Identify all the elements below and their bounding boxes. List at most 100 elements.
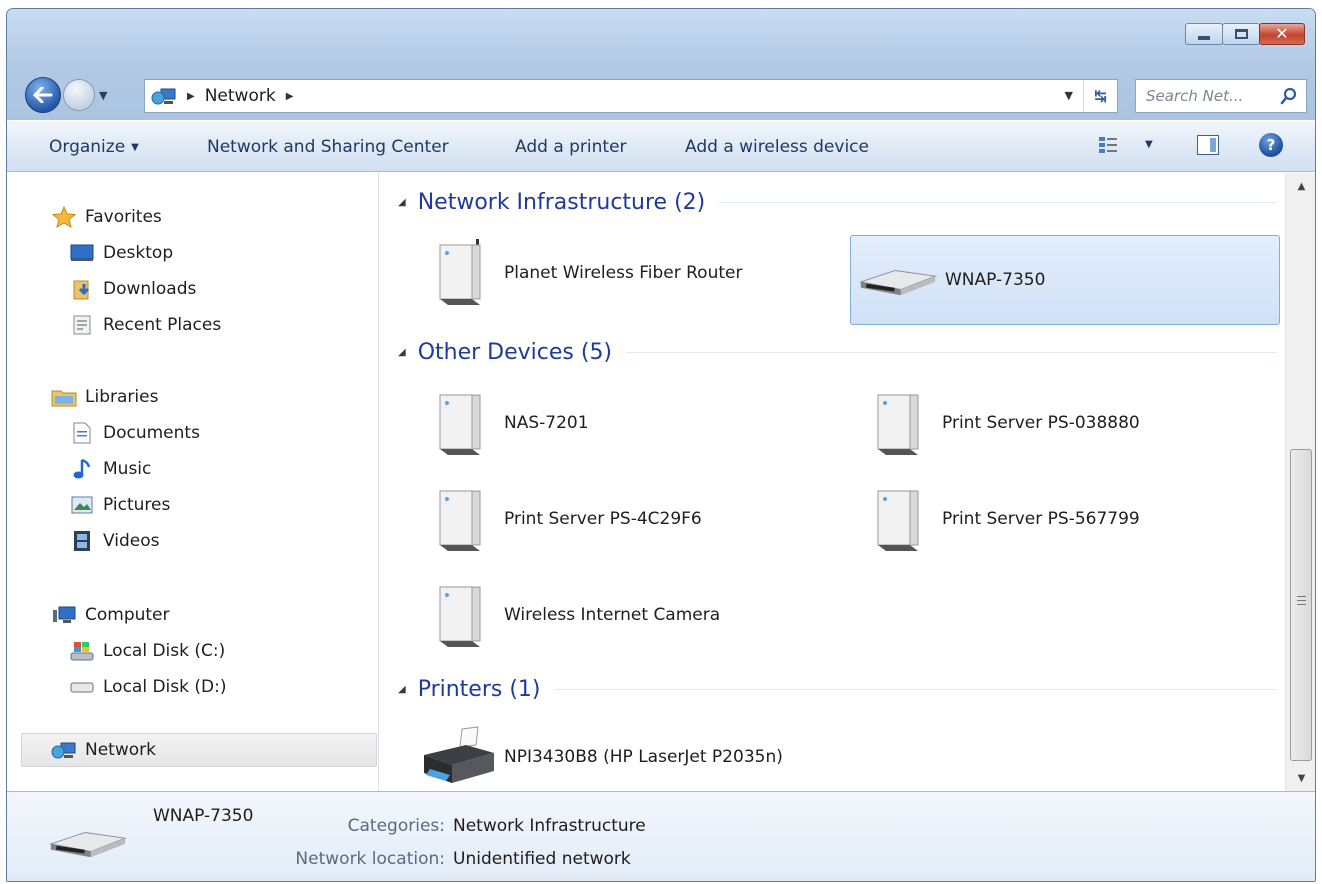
device-tower-icon [854,483,934,555]
details-device-name: WNAP-7350 [153,806,254,826]
close-icon: ✕ [1275,24,1289,43]
grip-icon [1297,596,1306,605]
device-tile[interactable]: Print Server PS-038880 [836,379,1266,467]
organize-label: Organize [49,137,126,157]
vertical-scrollbar[interactable]: ▲ ▼ [1285,173,1315,791]
sidebar-item-label: Desktop [103,243,174,263]
help-icon[interactable]: ? [1259,133,1283,157]
pictures-icon [69,494,95,516]
device-tile-selected[interactable]: WNAP-7350 [850,235,1280,325]
sidebar-item-documents[interactable]: Documents [69,417,200,449]
sidebar-item-local-disk-d[interactable]: Local Disk (D:) [69,671,226,703]
navigation-pane: Favorites Desktop Downloads Recent Place… [7,173,379,791]
scrollbar-thumb[interactable] [1290,449,1312,761]
details-location-label: Network location: [295,849,445,869]
caption-buttons: ✕ [1185,23,1305,45]
sidebar-item-label: Local Disk (D:) [103,677,227,697]
network-sharing-center-button[interactable]: Network and Sharing Center [207,137,449,157]
sidebar-item-label: Computer [85,605,170,625]
device-label: Print Server PS-4C29F6 [504,509,702,529]
device-tower-icon [854,387,934,459]
sidebar-item-recent-places[interactable]: Recent Places [69,309,221,341]
group-header-printers[interactable]: ◢ Printers (1) [398,674,1276,704]
close-button[interactable]: ✕ [1259,23,1305,45]
address-bar[interactable]: ▶ Network ▶ ▼ ↹ [144,79,1118,113]
group-header-network-infrastructure[interactable]: ◢ Network Infrastructure (2) [398,187,1276,217]
maximize-button[interactable] [1222,23,1260,45]
refresh-button[interactable]: ↹ [1083,80,1117,112]
add-printer-button[interactable]: Add a printer [515,137,627,157]
sidebar-item-label: Favorites [85,207,162,227]
device-tile[interactable]: Print Server PS-567799 [836,475,1266,563]
sidebar-item-local-disk-c[interactable]: Local Disk (C:) [69,635,225,667]
recent-places-icon [69,314,95,336]
change-view-icon[interactable] [1097,135,1119,155]
device-tile[interactable]: NAS-7201 [398,379,828,467]
sidebar-item-label: Recent Places [103,315,222,335]
search-input[interactable] [1146,87,1282,105]
desktop-icon [69,242,95,264]
device-tower-icon [416,579,496,651]
documents-icon [69,422,95,444]
collapse-triangle-icon[interactable]: ◢ [398,197,406,208]
device-label: NPI3430B8 (HP LaserJet P2035n) [504,747,783,767]
search-box[interactable] [1135,79,1307,113]
content-pane: ◢ Network Infrastructure (2) Planet Wire… [380,173,1284,791]
breadcrumb-separator: ▶ [187,90,195,102]
maximize-icon [1234,29,1248,39]
sidebar-item-favorites[interactable]: Favorites [51,201,162,233]
sidebar-item-music[interactable]: Music [69,453,151,485]
sidebar-item-label: Network [85,740,156,760]
collapse-triangle-icon[interactable]: ◢ [398,347,406,358]
view-options-dropdown[interactable]: ▼ [1145,139,1153,150]
device-tile[interactable]: Planet Wireless Fiber Router [398,229,828,317]
preview-pane-button[interactable] [1197,135,1219,155]
music-icon [69,458,95,480]
sidebar-item-label: Pictures [103,495,171,515]
minimize-button[interactable] [1185,23,1223,45]
sidebar-item-pictures[interactable]: Pictures [69,489,170,521]
system-drive-icon [69,640,95,662]
breadcrumb-network[interactable]: Network [205,86,276,106]
arrow-left-icon [33,87,53,103]
sidebar-item-desktop[interactable]: Desktop [69,237,173,269]
recent-pages-dropdown[interactable]: ▼ [99,89,107,102]
details-location-value: Unidentified network [453,849,631,869]
organize-button[interactable]: Organize ▼ [49,137,139,157]
group-divider [554,688,1276,690]
sidebar-item-libraries[interactable]: Libraries [51,381,158,413]
details-categories-value: Network Infrastructure [453,816,646,836]
minimize-icon [1198,36,1210,40]
details-categories-label: Categories: [347,816,445,836]
device-label: WNAP-7350 [945,270,1046,290]
sidebar-item-computer[interactable]: Computer [51,599,170,631]
device-label: Planet Wireless Fiber Router [504,263,743,283]
add-wireless-device-button[interactable]: Add a wireless device [685,137,869,157]
computer-icon [51,604,77,626]
scroll-up-arrow-icon[interactable]: ▲ [1286,173,1315,199]
scroll-down-arrow-icon[interactable]: ▼ [1286,765,1315,791]
sidebar-item-downloads[interactable]: Downloads [69,273,196,305]
device-tile[interactable]: NPI3430B8 (HP LaserJet P2035n) [398,713,828,801]
sidebar-item-network[interactable]: Network [51,734,156,766]
router-tower-icon [416,237,496,309]
downloads-folder-icon [69,278,95,300]
group-header-other-devices[interactable]: ◢ Other Devices (5) [398,337,1276,367]
back-button[interactable] [25,77,61,113]
group-title: Other Devices (5) [417,339,613,365]
group-title: Network Infrastructure (2) [417,189,706,215]
device-label: Print Server PS-038880 [942,413,1140,433]
forward-button[interactable] [63,79,95,111]
breadcrumb-chevron[interactable]: ▶ [286,91,294,102]
collapse-triangle-icon[interactable]: ◢ [398,684,406,695]
search-icon [1280,87,1297,105]
chevron-down-icon: ▼ [131,142,139,153]
videos-icon [69,530,95,552]
sidebar-item-label: Videos [103,531,160,551]
drive-icon [69,676,95,698]
address-dropdown[interactable]: ▼ [1065,89,1073,102]
sidebar-item-label: Downloads [103,279,197,299]
sidebar-item-videos[interactable]: Videos [69,525,160,557]
device-tile[interactable]: Wireless Internet Camera [398,571,828,659]
device-tile[interactable]: Print Server PS-4C29F6 [398,475,828,563]
